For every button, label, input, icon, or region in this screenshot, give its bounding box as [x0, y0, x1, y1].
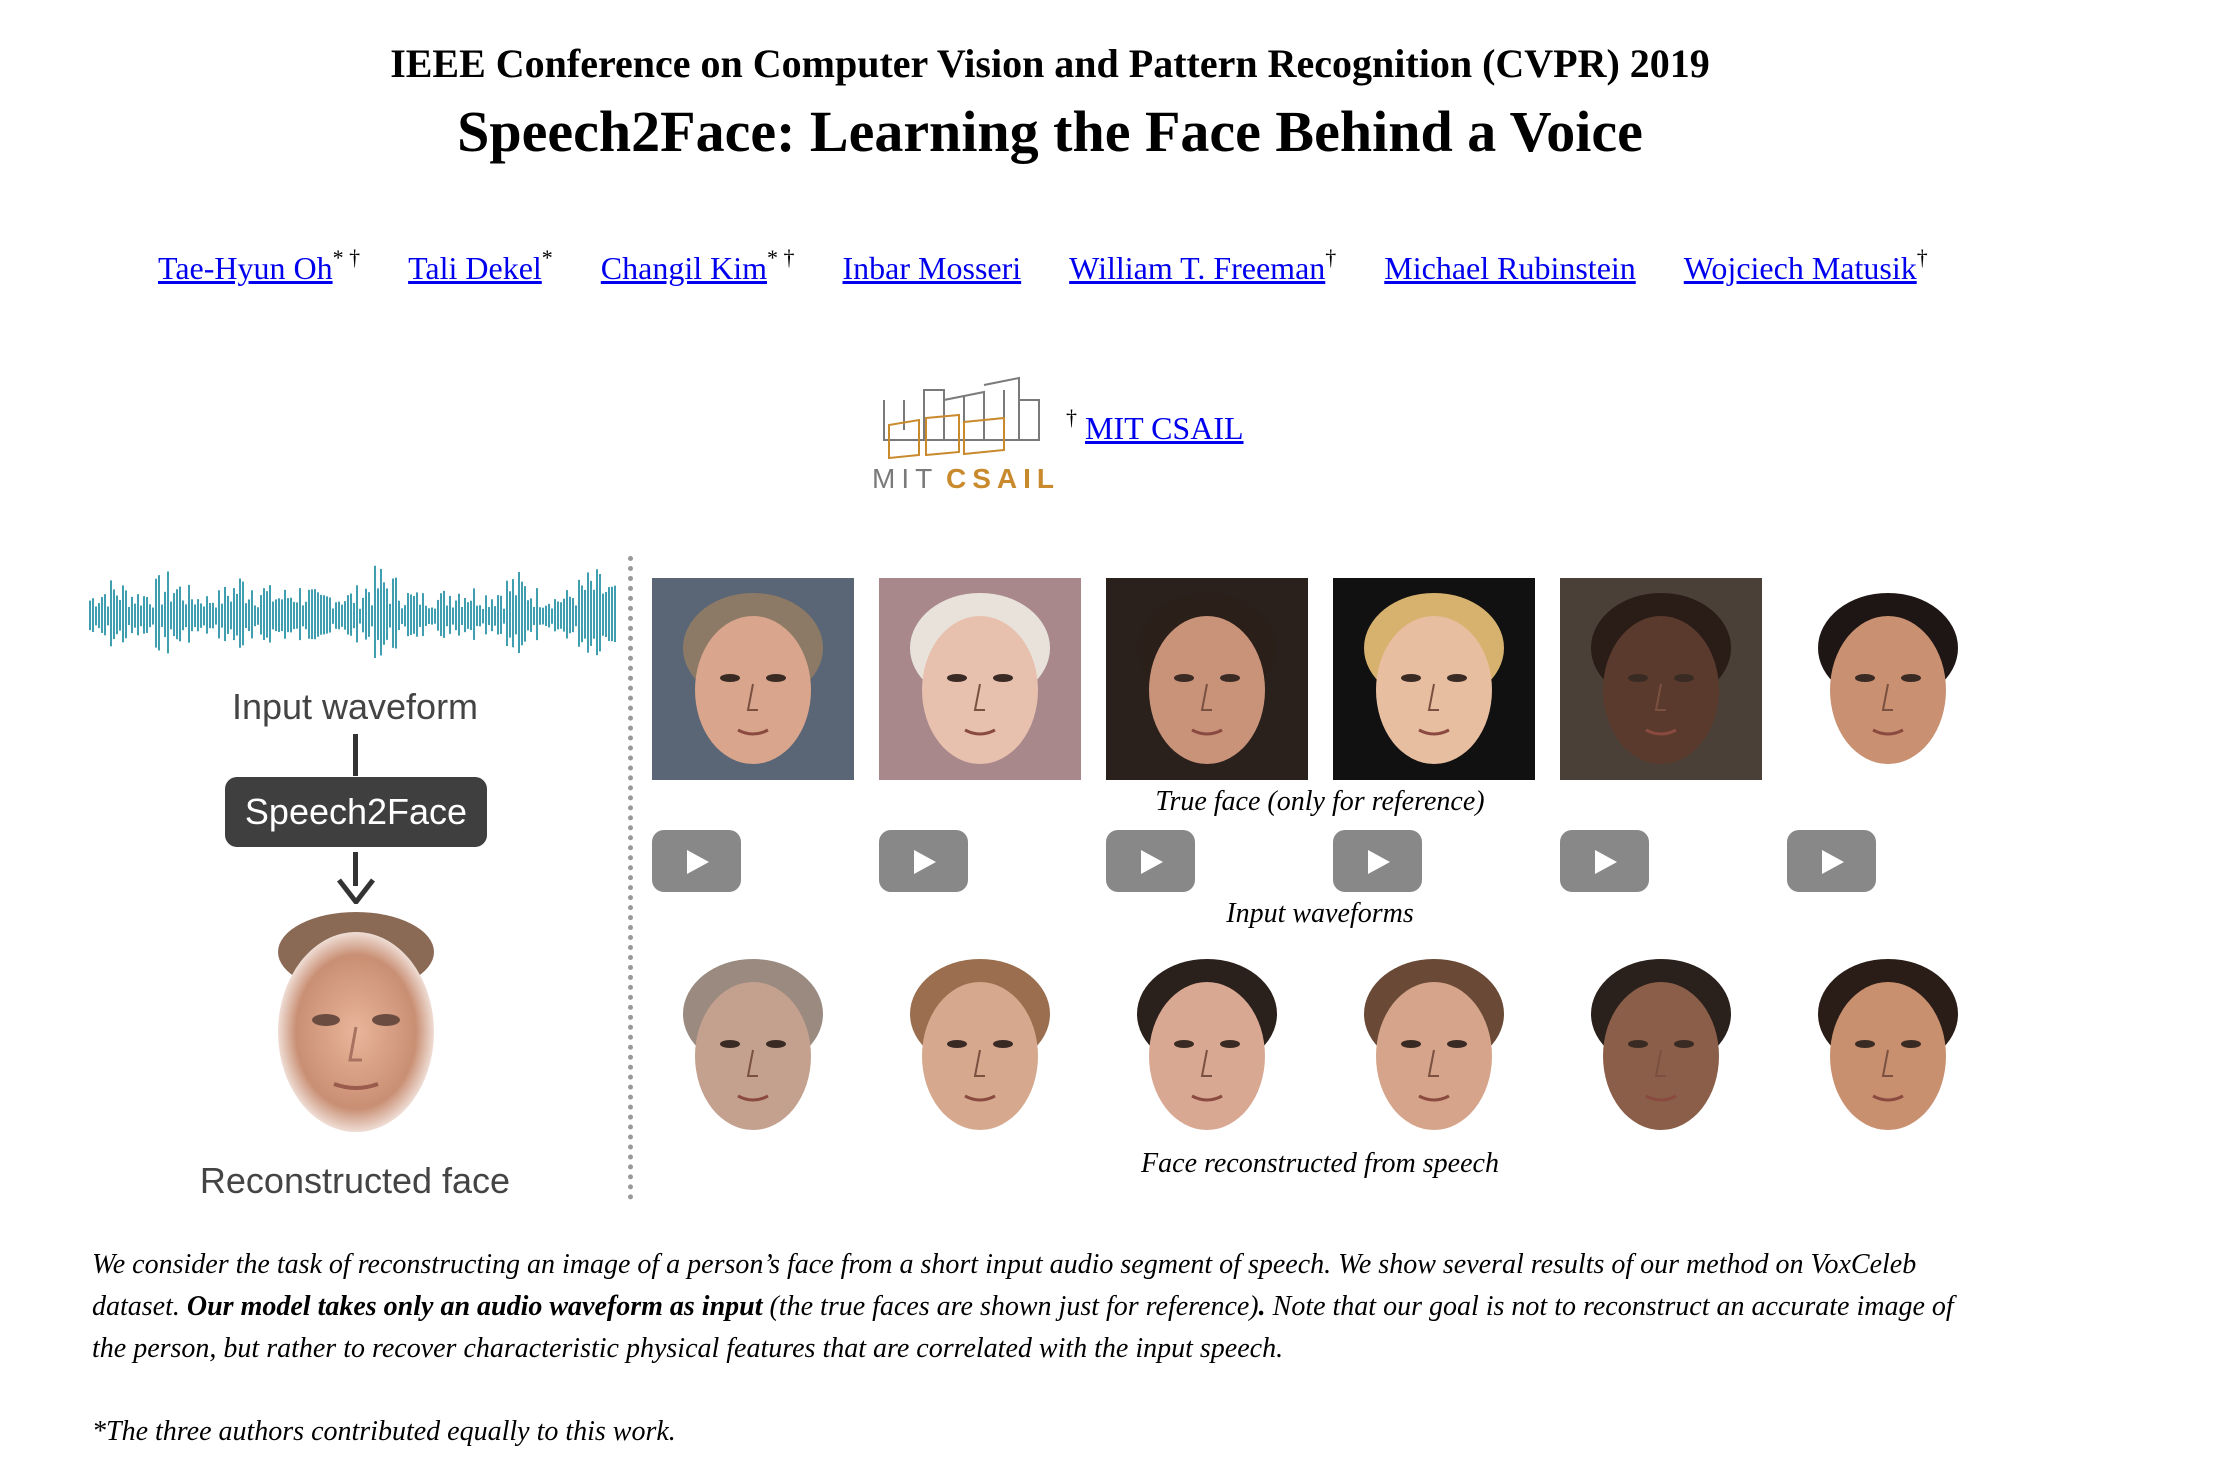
conference-name: IEEE Conference on Computer Vision and P… [390, 41, 1710, 86]
play-icon [1595, 850, 1617, 874]
true-face-image [652, 578, 854, 780]
play-button[interactable] [1106, 830, 1195, 892]
author-link[interactable]: Changil Kim [601, 250, 767, 286]
author-marks: * † [332, 245, 361, 270]
vertical-divider [628, 556, 633, 1200]
play-icon [1368, 850, 1390, 874]
author-marks: * † [767, 245, 795, 270]
author-link[interactable]: Tali Dekel [408, 250, 542, 286]
logo-text-mit: MIT [872, 463, 938, 494]
author-item: Inbar Mosseri [843, 250, 1022, 287]
author-link[interactable]: Inbar Mosseri [843, 250, 1022, 286]
play-icon [914, 850, 936, 874]
reconstructed-face-label: Reconstructed face [199, 1160, 511, 1201]
true-face-image [879, 578, 1081, 780]
reconstructed-caption: Face reconstructed from speech [1141, 1148, 1499, 1179]
play-button[interactable] [1560, 830, 1649, 892]
input-waveform-label: Input waveform [231, 686, 479, 727]
author-item: William T. Freeman† [1069, 247, 1336, 287]
page-title: Speech2Face: Learning the Face Behind a … [457, 99, 1643, 164]
play-button[interactable] [652, 830, 741, 892]
play-icon [1822, 850, 1844, 874]
input-waveform-graphic [89, 565, 616, 659]
author-marks: * [541, 245, 553, 270]
reconstructed-face-image [1106, 944, 1308, 1146]
reconstructed-face-image [1560, 944, 1762, 1146]
author-item: Tae-Hyun Oh* † [158, 247, 360, 287]
author-link[interactable]: William T. Freeman [1069, 250, 1325, 286]
true-face-image [1106, 578, 1308, 780]
play-icon [687, 850, 709, 874]
true-face-image [1787, 578, 1989, 780]
play-button[interactable] [879, 830, 968, 892]
reconstructed-face-image [879, 944, 1081, 1146]
author-link[interactable]: Wojciech Matusik [1684, 250, 1917, 286]
abstract-bold: Our model takes only an audio waveform a… [186, 1291, 763, 1322]
affiliation-link[interactable]: MIT CSAIL [1085, 410, 1244, 446]
author-link[interactable]: Tae-Hyun Oh [158, 250, 333, 286]
author-marks: † [1325, 245, 1337, 270]
author-marks: † [1916, 245, 1928, 270]
logo-text-csail: CSAIL [946, 463, 1060, 494]
affiliation-mark: † [1066, 405, 1077, 430]
play-button[interactable] [1333, 830, 1422, 892]
input-waveforms-caption: Input waveforms [1226, 898, 1414, 929]
affiliation: † MIT CSAIL [1066, 407, 1244, 447]
true-face-image [1560, 578, 1762, 780]
reconstructed-face-image [1787, 944, 1989, 1146]
reconstructed-face-image [1333, 944, 1535, 1146]
abstract-bold-period: . [1258, 1291, 1266, 1322]
abstract-paragraph: We consider the task of reconstructing a… [92, 1244, 1992, 1370]
speech2face-model-box: Speech2Face [225, 777, 487, 847]
true-face-caption: True face (only for reference) [1155, 786, 1485, 817]
author-item: Changil Kim* † [601, 247, 795, 287]
author-list: Tae-Hyun Oh* † Tali Dekel* Changil Kim* … [158, 247, 2058, 287]
mit-csail-logo[interactable]: MIT CSAIL [864, 370, 1064, 500]
play-icon [1141, 850, 1163, 874]
true-face-image [1333, 578, 1535, 780]
footnote: *The three authors contributed equally t… [92, 1416, 676, 1447]
author-item: Tali Dekel* [408, 247, 553, 287]
down-arrow-icon [337, 852, 375, 904]
abstract-text-2: (the true faces are shown just for refer… [762, 1291, 1259, 1322]
author-item: Wojciech Matusik† [1684, 247, 1928, 287]
play-button[interactable] [1787, 830, 1876, 892]
author-link[interactable]: Michael Rubinstein [1384, 250, 1636, 286]
reconstructed-face-image [258, 912, 454, 1156]
author-item: Michael Rubinstein [1384, 250, 1636, 287]
reconstructed-face-image [652, 944, 854, 1146]
connector-line [353, 734, 358, 776]
